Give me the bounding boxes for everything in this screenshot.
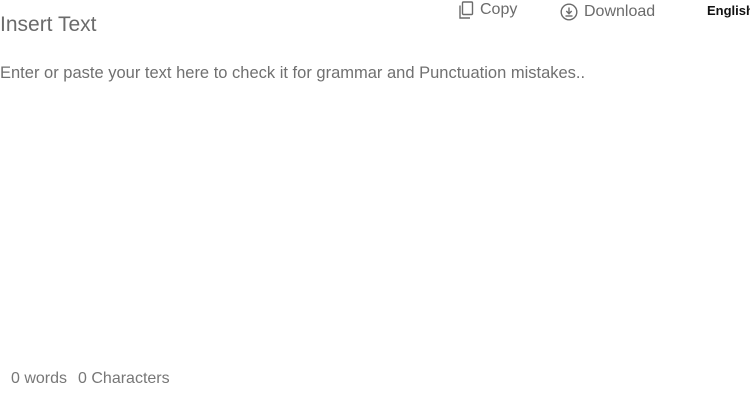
text-input[interactable]	[0, 60, 740, 350]
download-icon	[560, 3, 578, 21]
word-count: 0 words	[11, 370, 68, 387]
character-count: 0 Characters	[78, 370, 170, 387]
download-button[interactable]: Download	[560, 2, 655, 22]
copy-button-label: Copy	[480, 1, 518, 18]
language-select[interactable]: English	[707, 3, 750, 18]
page-title: Insert Text	[0, 13, 97, 36]
footer-stats: 0 words 0 Characters	[11, 370, 170, 388]
copy-button[interactable]: Copy	[458, 0, 517, 20]
copy-icon	[458, 1, 474, 19]
download-button-label: Download	[584, 3, 656, 20]
